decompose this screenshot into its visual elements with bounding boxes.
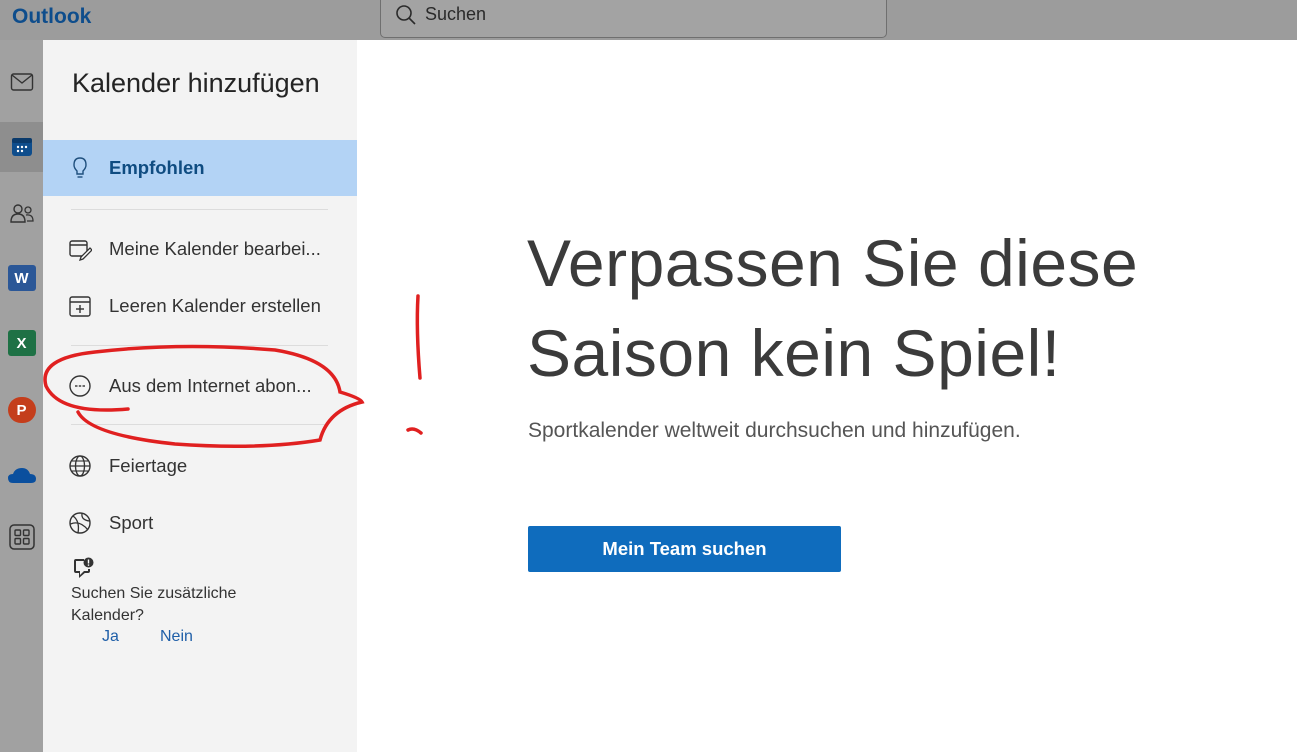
rail-more-apps[interactable] — [0, 512, 43, 562]
calendar-add-icon — [69, 296, 91, 317]
app-title[interactable]: Outlook — [12, 5, 91, 29]
nav-divider — [71, 345, 328, 346]
lightbulb-icon — [73, 157, 87, 178]
app-rail: W X P — [0, 40, 43, 752]
onedrive-icon — [7, 468, 36, 483]
promo-subtitle: Sportkalender weltweit durchsuchen und h… — [528, 419, 1021, 442]
nav-item-blank-calendar[interactable]: Leeren Kalender erstellen — [43, 278, 357, 334]
nav-item-subscribe-internet[interactable]: Aus dem Internet abon... — [43, 358, 357, 414]
find-my-team-button[interactable]: Mein Team suchen — [528, 526, 841, 572]
nav-item-label: Meine Kalender bearbei... — [109, 238, 321, 259]
calendar-icon — [11, 138, 32, 156]
rail-excel[interactable]: X — [0, 318, 43, 368]
link-circle-icon — [69, 375, 91, 397]
rail-people[interactable] — [0, 188, 43, 238]
nav-item-label: Leeren Kalender erstellen — [109, 295, 321, 316]
search-placeholder: Suchen — [425, 4, 487, 24]
nav-item-sport[interactable]: Sport — [43, 495, 357, 551]
nav-item-label: Aus dem Internet abon... — [109, 375, 312, 396]
edit-calendar-icon — [69, 240, 92, 261]
sports-ball-icon — [69, 512, 91, 534]
rail-onedrive[interactable] — [0, 450, 43, 500]
powerpoint-app-icon: P — [7, 397, 36, 423]
excel-app-icon: X — [7, 330, 36, 356]
search-box[interactable]: Suchen — [380, 0, 887, 38]
rail-mail[interactable] — [0, 57, 43, 107]
nav-item-edit-calendars[interactable]: Meine Kalender bearbei... — [43, 221, 357, 277]
feedback-question: Suchen Sie zusätzliche Kalender? — [71, 585, 237, 624]
dialog-nav-pane: Kalender hinzufügen Empfohlen Meine Kale… — [43, 40, 357, 752]
nav-divider — [71, 209, 328, 210]
mail-icon — [10, 73, 33, 91]
nav-item-holidays[interactable]: Feiertage — [43, 438, 357, 494]
promo-headline: Verpassen Sie diese Saison kein Spiel! — [527, 226, 1139, 390]
feedback-icon — [74, 557, 94, 578]
nav-divider — [71, 424, 328, 425]
search-icon — [396, 5, 416, 25]
globe-icon — [69, 455, 91, 477]
feedback-no-link[interactable]: Nein — [160, 628, 193, 646]
people-icon — [9, 204, 34, 223]
nav-item-label: Sport — [109, 512, 154, 533]
rail-word[interactable]: W — [0, 253, 43, 303]
top-bar: Outlook Suchen — [0, 0, 1297, 40]
dialog-title: Kalender hinzufügen — [72, 68, 320, 98]
apps-grid-icon — [8, 524, 35, 550]
nav-item-recommended[interactable]: Empfohlen — [43, 140, 357, 196]
add-calendar-dialog: Kalender hinzufügen Empfohlen Meine Kale… — [43, 40, 1297, 752]
word-app-icon: W — [7, 265, 36, 291]
rail-calendar[interactable] — [0, 122, 43, 172]
rail-powerpoint[interactable]: P — [0, 385, 43, 435]
nav-item-label: Feiertage — [109, 455, 188, 476]
feedback-yes-link[interactable]: Ja — [102, 628, 119, 646]
nav-item-label: Empfohlen — [109, 157, 205, 178]
